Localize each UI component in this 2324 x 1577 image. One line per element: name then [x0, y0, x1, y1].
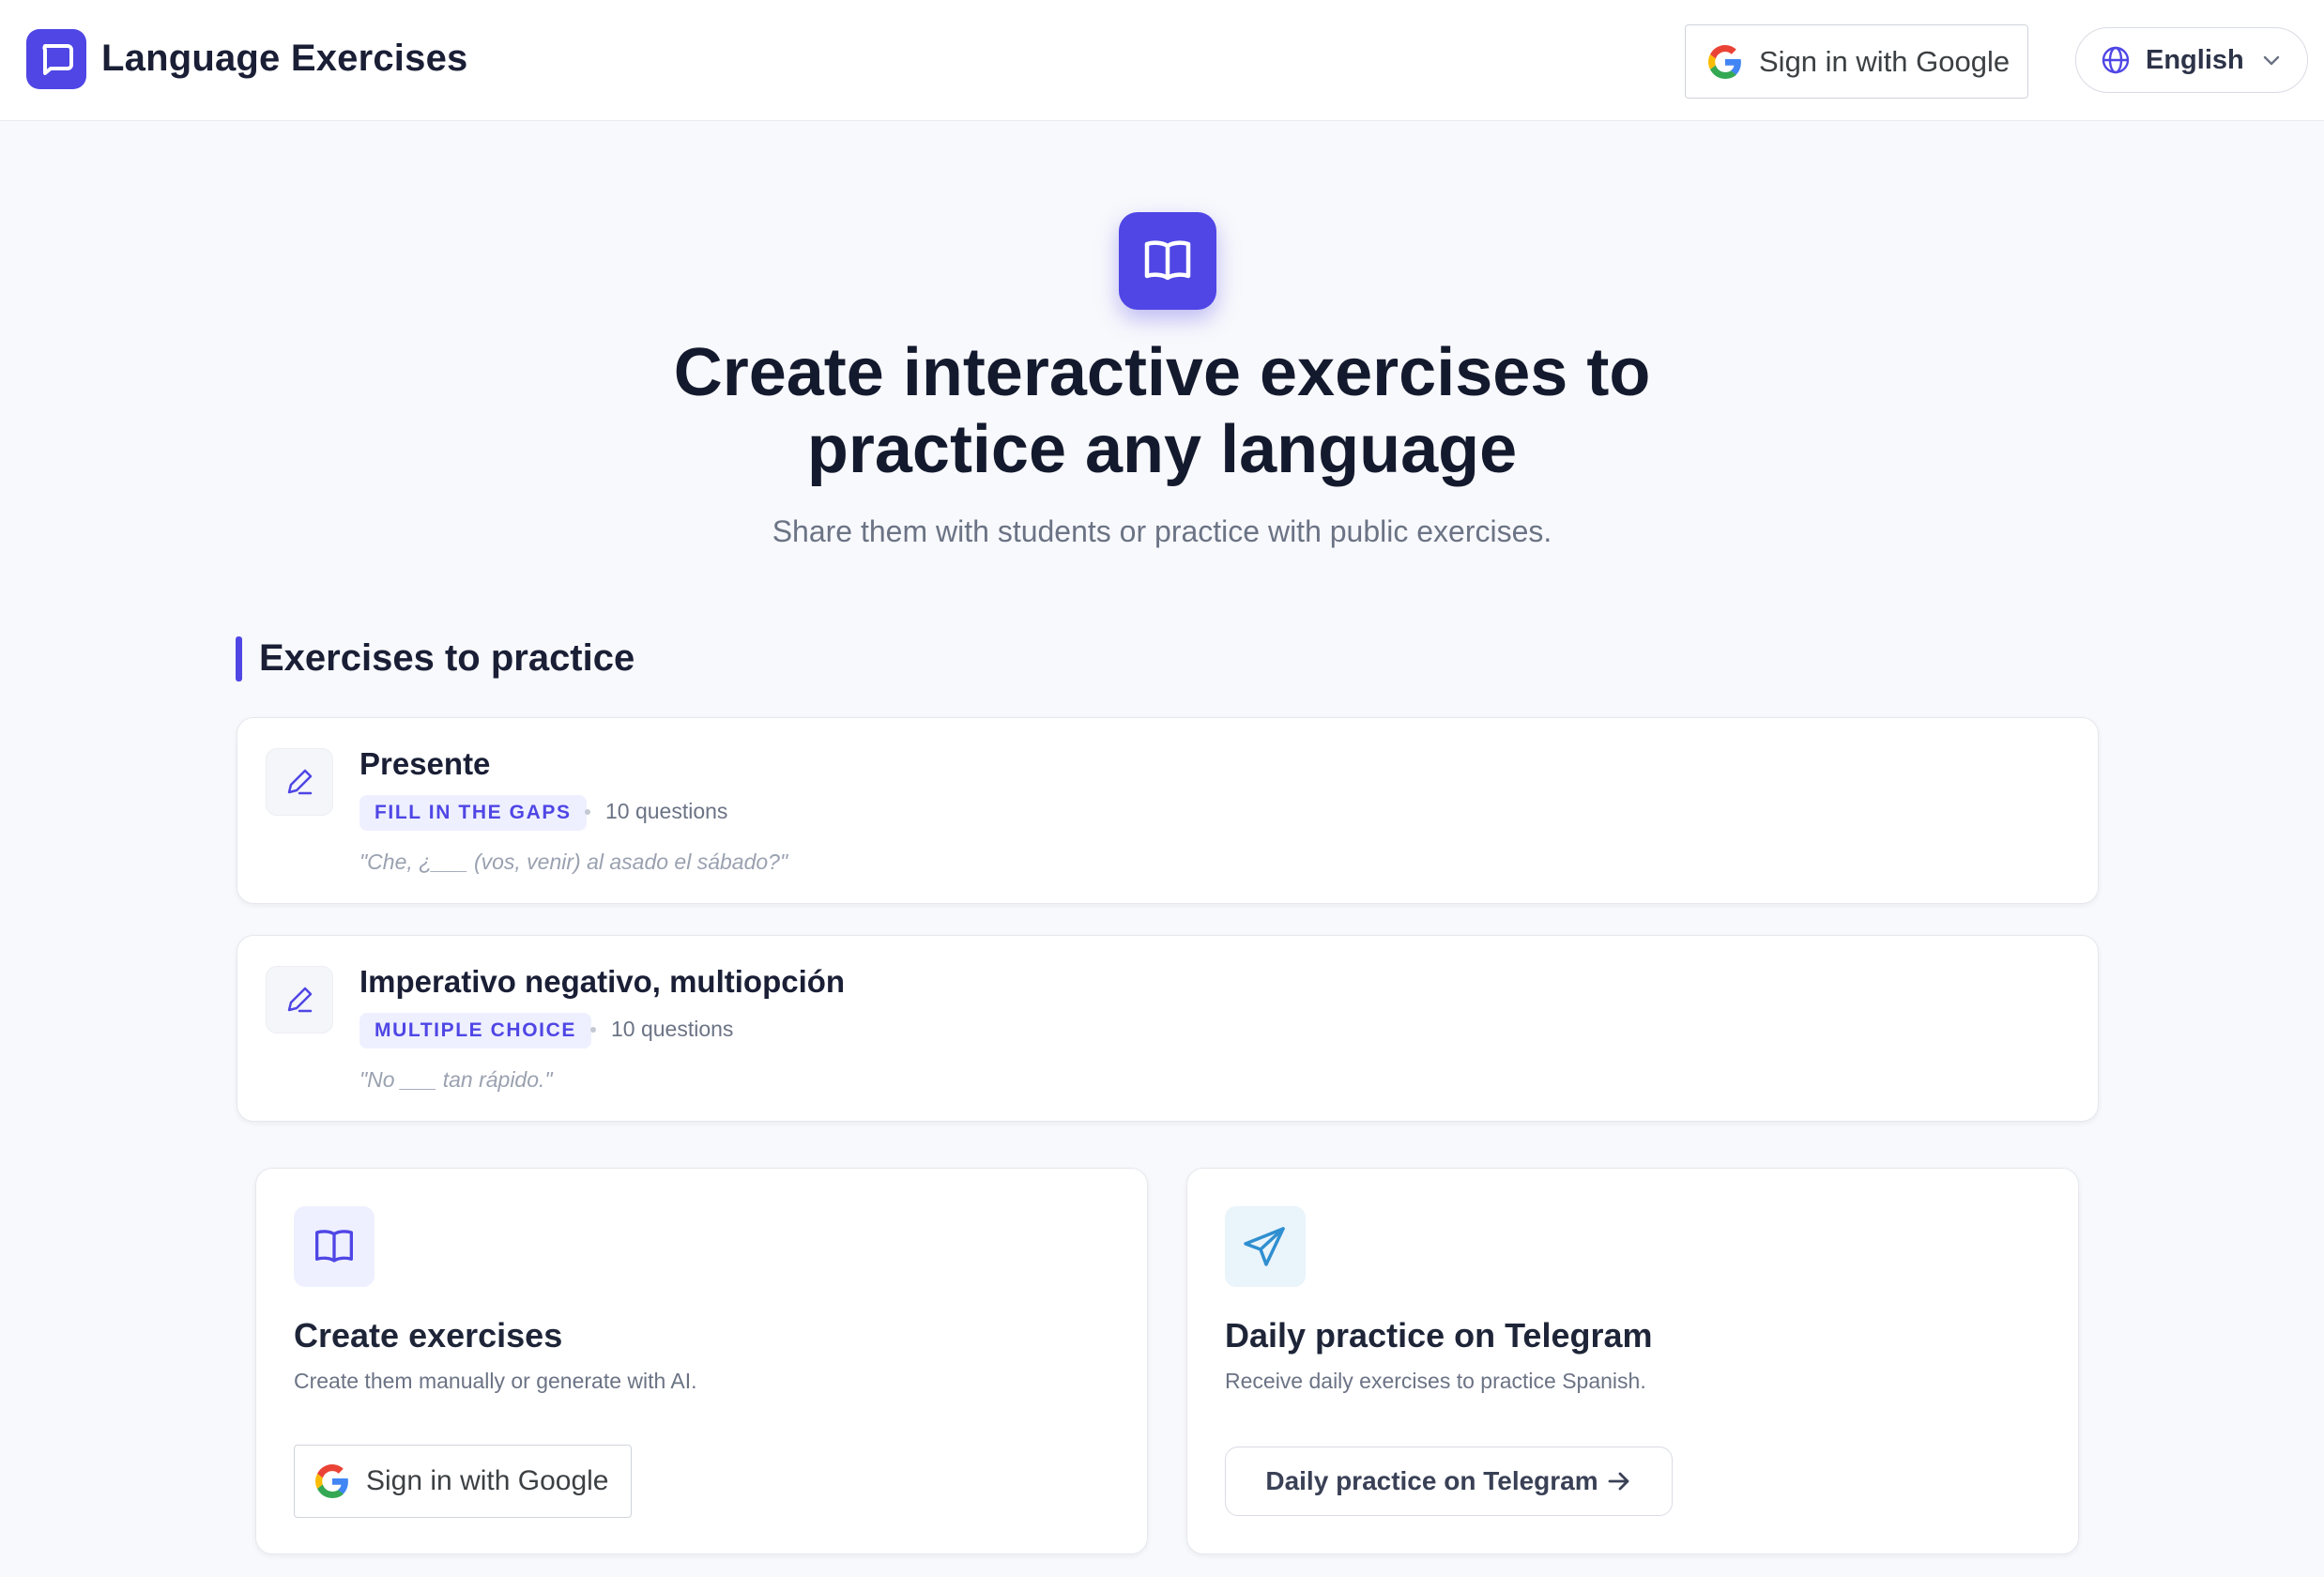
create-exercises-card: Create exercises Create them manually or…: [255, 1168, 1148, 1554]
feature-title: Daily practice on Telegram: [1225, 1316, 1653, 1355]
exercise-example: "Che, ¿___ (vos, venir) al asado el sába…: [359, 850, 788, 874]
feature-description: Receive daily exercises to practice Span…: [1225, 1369, 1646, 1393]
language-label: English: [2146, 44, 2244, 75]
hero-title-line2: practice any language: [806, 412, 1518, 487]
section-title: Exercises to practice: [259, 637, 635, 679]
chevron-down-icon: [2263, 55, 2280, 66]
exercise-title: Presente: [359, 746, 491, 781]
google-g-icon: [315, 1464, 348, 1498]
telegram-practice-card: Daily practice on Telegram Receive daily…: [1186, 1168, 2079, 1554]
globe-icon: [2102, 46, 2130, 74]
hero-title: Create interactive exercises to practice…: [563, 334, 1761, 488]
feature-description: Create them manually or generate with AI…: [294, 1369, 697, 1393]
exercise-example: "No ___ tan rápido.": [359, 1067, 553, 1092]
google-signin-label: Sign in with Google: [1759, 44, 2011, 78]
open-book-icon: [294, 1206, 375, 1287]
paper-plane-icon: [1225, 1206, 1306, 1287]
section-accent-bar: [236, 636, 242, 681]
telegram-button-label: Daily practice on Telegram: [1265, 1466, 1598, 1495]
hero-subtitle: Share them with students or practice wit…: [772, 514, 1552, 548]
exercise-card-imperativo[interactable]: Imperativo negativo, multiopción MULTIPL…: [237, 935, 2099, 1122]
pencil-icon: [266, 748, 333, 816]
exercise-type-badge: MULTIPLE CHOICE: [359, 1013, 591, 1049]
open-book-icon: [1119, 212, 1216, 310]
hero-title-line1: Create interactive exercises to: [673, 335, 1651, 410]
exercise-type-badge: FILL IN THE GAPS: [359, 795, 587, 831]
question-count: 10 questions: [605, 799, 728, 823]
separator-dot: [590, 1027, 596, 1033]
telegram-practice-button[interactable]: Daily practice on Telegram: [1225, 1447, 1673, 1516]
create-google-signin-button[interactable]: Sign in with Google: [294, 1445, 632, 1518]
header-google-signin-button[interactable]: Sign in with Google: [1685, 24, 2028, 99]
feature-title: Create exercises: [294, 1316, 563, 1355]
google-g-icon: [1708, 44, 1741, 79]
exercise-card-presente[interactable]: Presente FILL IN THE GAPS 10 questions "…: [237, 717, 2099, 904]
top-header: Language Exercises Sign in with Google E…: [0, 0, 2324, 121]
app-title[interactable]: Language Exercises: [101, 38, 467, 80]
separator-dot: [585, 809, 590, 815]
google-signin-label: Sign in with Google: [366, 1465, 609, 1496]
question-count: 10 questions: [611, 1017, 734, 1041]
language-selector[interactable]: English: [2075, 27, 2308, 93]
pencil-icon: [266, 966, 333, 1033]
exercise-title: Imperativo negativo, multiopción: [359, 964, 846, 999]
arrow-right-icon: [1608, 1472, 1629, 1491]
chat-bubble-icon[interactable]: [26, 29, 86, 89]
